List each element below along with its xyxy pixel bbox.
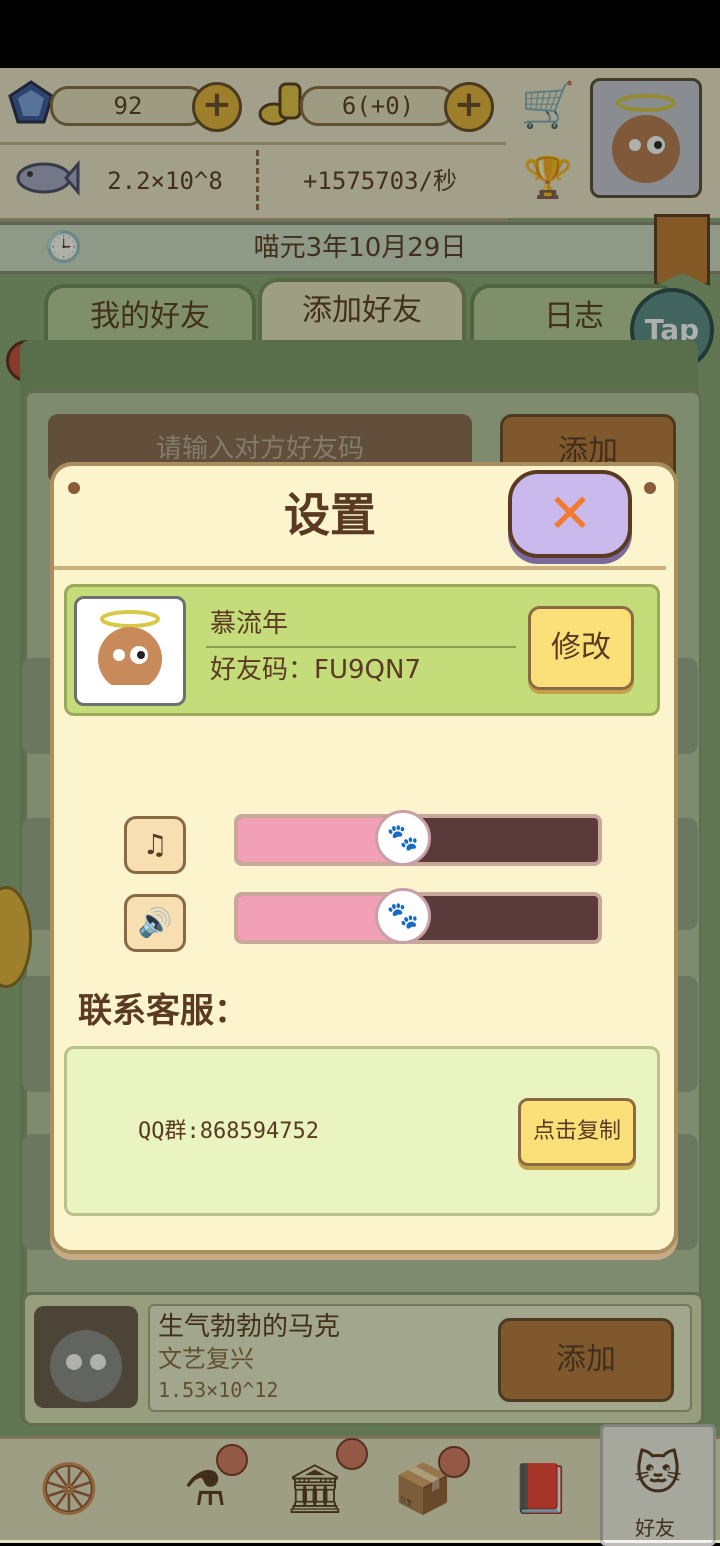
profile-nickname: 慕流年 bbox=[210, 609, 289, 639]
edit-profile-button[interactable]: 修改 bbox=[528, 606, 634, 690]
rivet bbox=[644, 482, 656, 494]
speaker-icon: 🔊 bbox=[124, 894, 186, 952]
profile-divider bbox=[206, 646, 516, 648]
contact-support-label: 联系客服： bbox=[78, 991, 248, 1031]
close-button[interactable]: ✕ bbox=[508, 470, 632, 558]
modal-header-divider bbox=[54, 566, 666, 570]
copy-button[interactable]: 点击复制 bbox=[518, 1098, 636, 1166]
profile-friend-code: 好友码：FU9QN7 bbox=[210, 655, 421, 685]
profile-avatar bbox=[74, 596, 186, 706]
status-bar bbox=[0, 0, 720, 68]
qq-group-number: QQ群:868594752 bbox=[138, 1119, 319, 1144]
close-icon: ✕ bbox=[547, 482, 593, 545]
music-slider-knob-paw-icon[interactable]: 🐾 bbox=[375, 810, 431, 866]
sound-slider-knob-paw-icon[interactable]: 🐾 bbox=[375, 888, 431, 944]
music-note-icon: ♫ bbox=[124, 816, 186, 874]
